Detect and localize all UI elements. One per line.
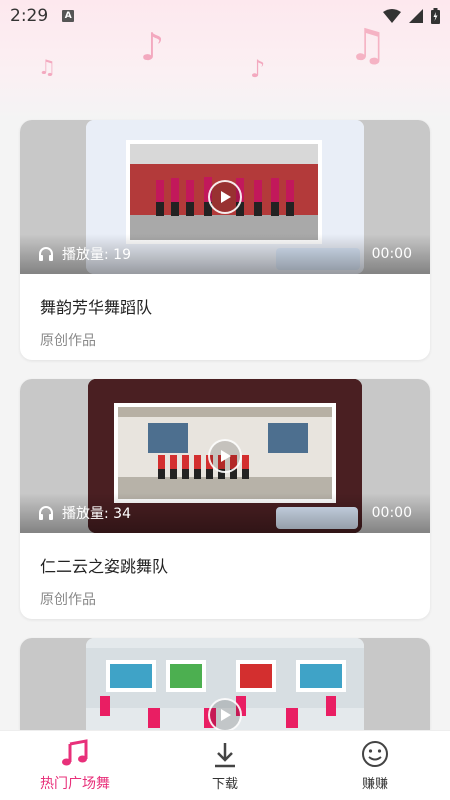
nav-label: 下载 <box>211 777 238 792</box>
text-input-indicator-icon: A <box>62 10 75 22</box>
play-button[interactable] <box>208 439 242 473</box>
play-button[interactable] <box>208 180 242 214</box>
video-meta: 播放量: 19 00:00 <box>20 244 430 264</box>
video-card[interactable]: 播放量: 19 00:00 舞韵芳华舞蹈队 原创作品 <box>20 120 430 360</box>
status-bar: 2:29 A <box>0 0 450 32</box>
video-subtitle: 原创作品 <box>40 592 96 608</box>
video-thumbnail[interactable]: 播放量: 19 00:00 <box>20 120 430 274</box>
video-duration: 00:00 <box>371 505 412 521</box>
nav-tab-download[interactable]: 下载 <box>150 731 300 800</box>
status-time: 2:29 <box>10 6 49 26</box>
video-card[interactable] <box>20 638 430 730</box>
bottom-navigation: 热门广场舞 下载 赚赚 <box>0 730 450 800</box>
music-note-icon <box>62 739 88 766</box>
signal-icon <box>409 9 423 23</box>
video-duration: 00:00 <box>371 246 412 262</box>
headphones-icon <box>39 247 53 261</box>
play-icon <box>221 191 231 203</box>
video-meta: 播放量: 34 00:00 <box>20 503 430 523</box>
headphones-icon <box>39 506 53 520</box>
download-icon <box>215 743 235 768</box>
video-title: 仁二云之姿跳舞队 <box>40 557 169 576</box>
play-icon <box>221 450 231 462</box>
video-title: 舞韵芳华舞蹈队 <box>40 298 153 317</box>
nav-label: 热门广场舞 <box>40 776 110 792</box>
music-note-decoration-icon: ♪ <box>250 55 266 83</box>
video-thumbnail[interactable] <box>20 638 430 730</box>
battery-icon <box>431 8 440 24</box>
smiley-icon <box>362 741 388 767</box>
nav-tab-earn[interactable]: 赚赚 <box>300 731 450 800</box>
play-count: 播放量: 19 <box>62 247 131 263</box>
wifi-icon <box>383 9 401 23</box>
video-subtitle: 原创作品 <box>40 333 96 349</box>
video-thumbnail[interactable]: 播放量: 34 00:00 <box>20 379 430 533</box>
play-icon <box>221 709 231 721</box>
music-note-decoration-icon: ♫ <box>38 55 56 79</box>
nav-tab-popular-square-dance[interactable]: 热门广场舞 <box>0 731 150 800</box>
nav-label: 赚赚 <box>361 777 388 792</box>
video-card[interactable]: 播放量: 34 00:00 仁二云之姿跳舞队 原创作品 <box>20 379 430 619</box>
play-count: 播放量: 34 <box>62 506 131 522</box>
play-button[interactable] <box>208 698 242 730</box>
